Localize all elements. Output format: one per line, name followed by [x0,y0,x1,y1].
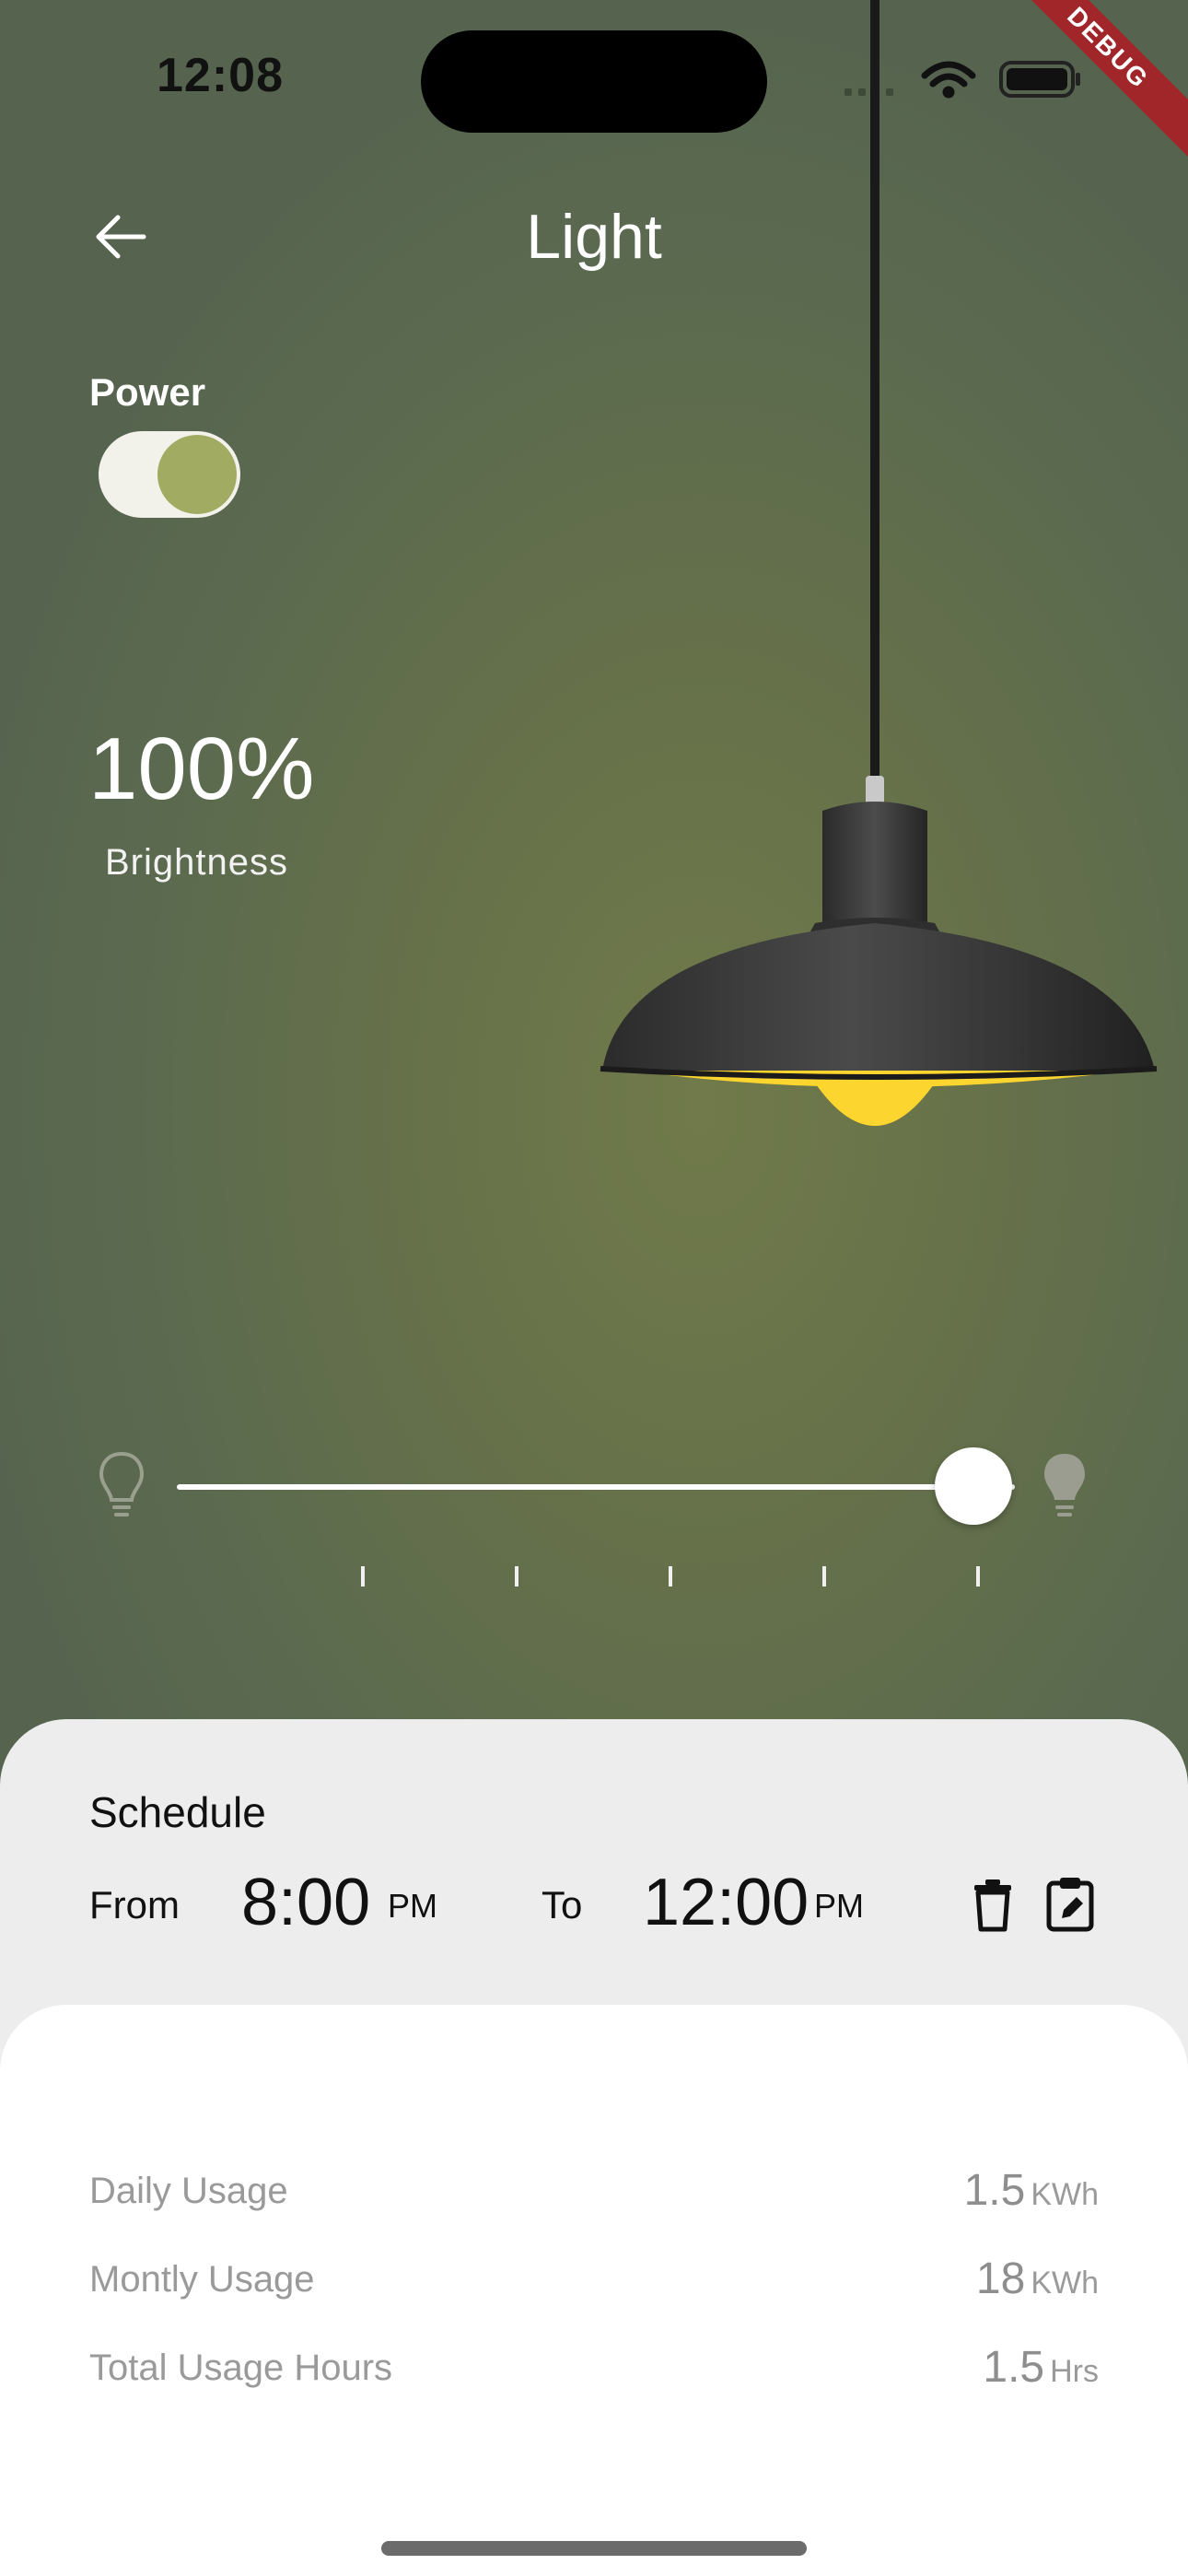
usage-row-monthly: Montly Usage 18 KWh [89,2250,1099,2314]
to-time: 12:00 [643,1866,809,1939]
status-time: 12:08 [157,49,284,102]
to-label: To [542,1883,583,1926]
usage-number: 1.5 [983,2343,1045,2392]
usage-row-total-hours: Total Usage Hours 1.5 Hrs [89,2338,1099,2403]
slider-tick [822,1566,826,1587]
edit-clipboard-icon[interactable] [1043,1874,1099,1933]
slider-tick [976,1566,980,1587]
pendant-lamp-image [600,0,1158,1126]
usage-row-daily: Daily Usage 1.5 KWh [89,2161,1099,2226]
usage-label: Daily Usage [89,2171,288,2211]
usage-value: 18 KWh [976,2254,1099,2304]
usage-value: 1.5 KWh [964,2165,1099,2216]
slider-tick [669,1566,672,1587]
usage-value: 1.5 Hrs [983,2342,1099,2393]
to-ampm: PM [814,1887,864,1925]
slider-ticks [0,1566,1188,1588]
brightness-slider[interactable] [177,1446,1015,1529]
toggle-knob [157,435,237,514]
bulb-filled-icon [1044,1454,1085,1516]
usage-unit: KWh [1031,2177,1099,2212]
slider-track [177,1484,1015,1490]
from-ampm: PM [388,1887,437,1925]
brightness-label: Brightness [105,842,288,883]
usage-label: Montly Usage [89,2259,315,2300]
slider-tick [361,1566,365,1587]
trash-icon[interactable] [965,1876,1020,1935]
usage-number: 1.5 [963,2166,1026,2215]
power-label: Power [89,370,206,414]
usage-number: 18 [975,2254,1026,2303]
usage-unit: KWh [1031,2266,1099,2301]
bulb-outline-icon [99,1451,145,1516]
from-label: From [89,1883,180,1926]
light-detail-screen: 12:08 DEBUG Light Power 100% Brightness [0,0,1188,2576]
home-indicator[interactable] [381,2541,807,2556]
schedule-title: Schedule [89,1788,266,1836]
power-toggle[interactable] [99,431,240,518]
from-time: 8:00 [241,1866,371,1939]
slider-thumb[interactable] [935,1447,1012,1525]
brightness-value: 100% [88,720,315,818]
slider-tick [515,1566,518,1587]
usage-label: Total Usage Hours [89,2348,393,2388]
usage-unit: Hrs [1050,2354,1099,2389]
